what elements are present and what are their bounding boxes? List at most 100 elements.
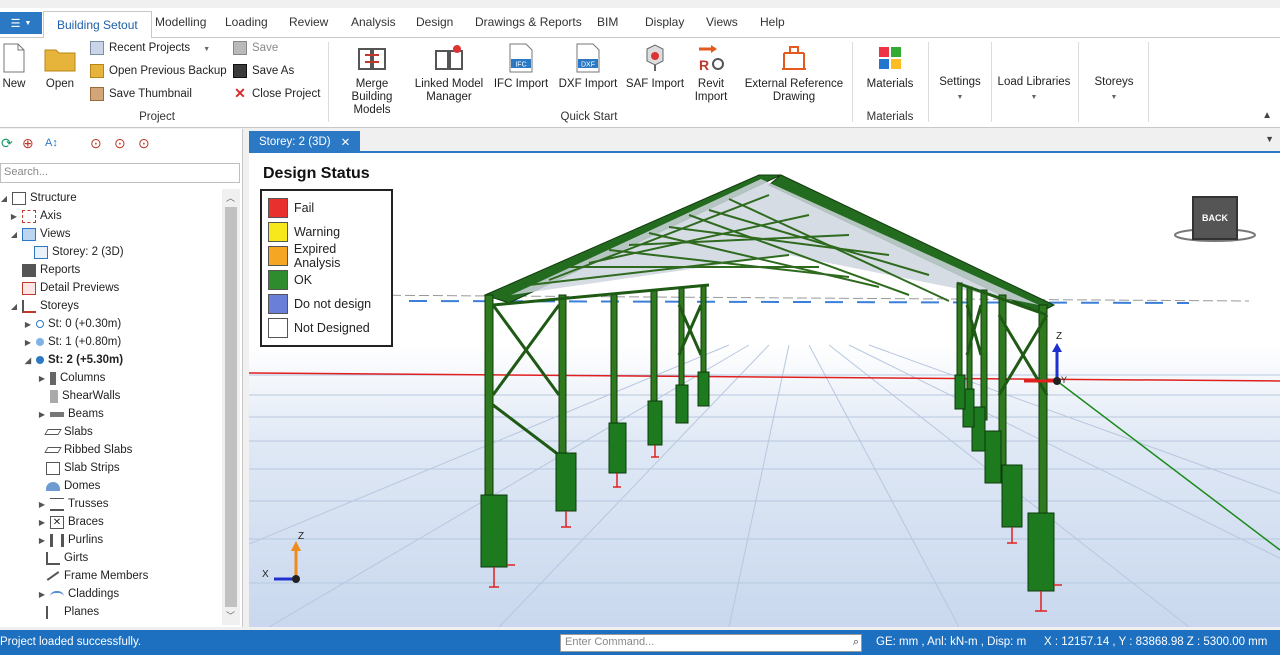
tree-item-st2[interactable]: ◢ St: 2 (+5.30m) [24,351,123,369]
tree-label: Planes [64,606,100,618]
globe-icon[interactable]: ⊕ [22,135,34,152]
settings-button[interactable]: Settings ▼ [934,76,986,104]
saf-import-button[interactable]: SAF Import [624,42,686,91]
tree-item-planes[interactable]: Planes [46,603,99,621]
tree-item-shearwalls[interactable]: ShearWalls [50,387,120,405]
tree-item-slabs[interactable]: Slabs [44,423,93,441]
tree-item-views[interactable]: ◢ Views [10,225,70,243]
search-input[interactable]: Search... [0,163,240,183]
tab-list-chevron-icon[interactable]: ▼ [1265,134,1274,144]
new-file-icon [0,42,30,74]
materials-button[interactable]: Materials [862,42,918,91]
expand-arrow-icon[interactable]: ▶ [38,536,46,545]
tree-item-detail-previews[interactable]: Detail Previews [22,279,119,297]
tree-label: Trusses [68,498,109,510]
tree-item-reports[interactable]: Reports [22,261,80,279]
external-reference-drawing-button[interactable]: External Reference Drawing [742,42,846,104]
tree-item-frame-members[interactable]: Frame Members [46,567,148,585]
scroll-down-icon[interactable]: ﹀ [226,609,235,622]
truss-icon [50,497,64,511]
tab-design[interactable]: Design [416,15,453,29]
legend-label: Warning [294,225,341,239]
revit-import-button[interactable]: R Revit Import [690,42,732,104]
tab-modelling[interactable]: Modelling [155,15,206,29]
tree-item-purlins[interactable]: ▶ Purlins [38,531,103,549]
tree-item-claddings[interactable]: ▶ Claddings [38,585,119,603]
tab-review[interactable]: Review [289,15,328,29]
tree-item-domes[interactable]: Domes [46,477,100,495]
ifc-import-button[interactable]: IFC IFC Import [490,42,552,91]
tree-item-slab-strips[interactable]: Slab Strips [46,459,120,477]
refresh-icon[interactable]: ⟳ [1,135,13,152]
tab-drawings-reports[interactable]: Drawings & Reports [475,15,582,29]
scroll-thumb[interactable] [225,207,237,607]
coordinate-readout: X : 12157.14 , Y : 83868.98 Z : 5300.00 … [1044,636,1268,648]
search-icon[interactable]: ⌕ [853,636,859,649]
merge-building-models-button[interactable]: Merge Building Models [334,42,410,117]
collapse-arrow-icon[interactable]: ◢ [10,302,18,311]
tree-item-storeys[interactable]: ◢ Storeys [10,297,79,315]
tab-bim[interactable]: BIM [597,15,618,29]
command-input[interactable]: Enter Command... ⌕ [560,634,862,652]
view-cube[interactable]: BACK [1192,196,1238,240]
tab-analysis[interactable]: Analysis [351,15,396,29]
tab-loading[interactable]: Loading [225,15,268,29]
save-button[interactable]: Save [233,41,278,55]
recent-projects-button[interactable]: Recent Projects ▼ [90,41,210,55]
tree-scrollbar[interactable]: ︿ ﹀ [222,189,240,625]
view-tab-storey-2[interactable]: Storey: 2 (3D) ✕ [249,131,361,153]
recent-projects-icon [90,41,104,55]
zoom-in-icon[interactable]: ⊙ [90,135,102,152]
new-button[interactable]: New [0,42,28,91]
tree-item-trusses[interactable]: ▶ Trusses [38,495,108,513]
save-thumbnail-button[interactable]: Save Thumbnail [90,87,192,101]
app-menu-button[interactable]: ☰ ▼ [0,12,42,34]
save-thumbnail-label: Save Thumbnail [109,88,192,100]
tab-building-setout[interactable]: Building Setout [43,11,152,39]
expand-arrow-icon[interactable]: ▶ [24,320,32,329]
tree-item-axis[interactable]: ▶ Axis [10,207,62,225]
tree-item-storey-view[interactable]: Storey: 2 (3D) [34,243,124,261]
scroll-up-icon[interactable]: ︿ [226,191,235,204]
close-icon[interactable]: ✕ [341,135,351,149]
tab-help[interactable]: Help [760,15,785,29]
linked-model-manager-button[interactable]: Linked Model Manager [414,42,484,104]
tree-item-columns[interactable]: ▶ Columns [38,369,105,387]
close-project-button[interactable]: ✕ Close Project [233,86,320,101]
tree-item-ribbed-slabs[interactable]: Ribbed Slabs [44,441,132,459]
dxf-import-button[interactable]: DXF DXF Import [557,42,619,91]
open-button[interactable]: Open [40,42,80,91]
app-window: ☰ ▼ Building Setout Modelling Loading Rev… [0,0,1280,655]
expand-arrow-icon[interactable]: ▶ [10,212,18,221]
tab-views[interactable]: Views [706,15,738,29]
load-libraries-button[interactable]: Load Libraries ▼ [996,76,1072,104]
tree-item-st1[interactable]: ▶ St: 1 (+0.80m) [24,333,121,351]
tree-label: Views [40,228,71,240]
open-backup-button[interactable]: Open Previous Backup [90,64,227,78]
3d-canvas[interactable]: Z Y Z X [249,155,1280,627]
expand-arrow-icon[interactable]: ▶ [38,518,46,527]
tree-item-beams[interactable]: ▶ Beams [38,405,104,423]
collapse-arrow-icon[interactable]: ◢ [0,194,8,203]
collapse-arrow-icon[interactable]: ◢ [10,230,18,239]
sort-icon[interactable]: A↕ [45,137,58,149]
expand-arrow-icon[interactable]: ▶ [38,374,46,383]
expand-arrow-icon[interactable]: ▶ [24,338,32,347]
collapse-arrow-icon[interactable]: ◢ [24,356,32,365]
collapse-ribbon-icon[interactable]: ▲ [1262,110,1272,121]
save-as-button[interactable]: Save As [233,64,294,78]
expand-arrow-icon[interactable]: ▶ [38,500,46,509]
tree-label: ShearWalls [62,390,121,402]
chevron-down-icon: ▼ [203,45,211,53]
expand-arrow-icon[interactable]: ▶ [38,590,46,599]
tree-item-st0[interactable]: ▶ St: 0 (+0.30m) [24,315,121,333]
tree-item-girts[interactable]: Girts [46,549,88,567]
zoom-out-icon[interactable]: ⊙ [114,135,126,152]
zoom-fit-icon[interactable]: ⊙ [138,135,150,152]
tab-display[interactable]: Display [645,15,684,29]
expand-arrow-icon[interactable]: ▶ [38,410,46,419]
storeys-button[interactable]: Storeys ▼ [1088,76,1140,104]
axis-z-label: Z [1056,331,1062,342]
tree-item-braces[interactable]: ▶ ✕ Braces [38,513,104,531]
tree-item-structure[interactable]: ◢ Structure [0,189,77,207]
